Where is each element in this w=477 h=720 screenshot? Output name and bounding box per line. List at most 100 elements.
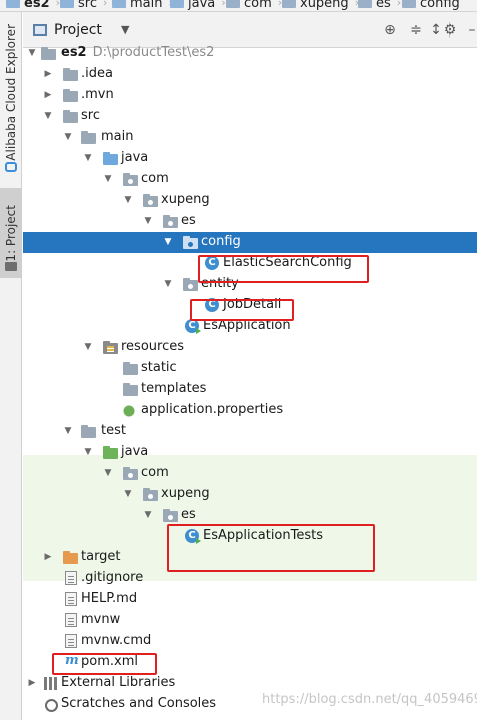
- tree-item-test[interactable]: ▼ test: [23, 421, 477, 442]
- tree-item-resources[interactable]: ▼ resources: [23, 337, 477, 358]
- text-file-icon: [65, 634, 77, 648]
- alibaba-cloud-icon: [5, 162, 17, 172]
- chevron-down-icon[interactable]: ▼: [27, 48, 37, 58]
- locate-icon[interactable]: ⊕: [381, 21, 399, 39]
- breadcrumb-item-com[interactable]: com ›: [226, 0, 286, 11]
- chevron-down-icon[interactable]: ▼: [143, 510, 153, 520]
- breadcrumb-item-es2[interactable]: es2 ›: [6, 0, 64, 11]
- tree-item-pom-xml[interactable]: m pom.xml: [23, 652, 477, 673]
- tree-item-test-com[interactable]: ▼ com: [23, 463, 477, 484]
- folder-icon: [81, 130, 96, 144]
- tree-item-mvn[interactable]: ▶ .mvn: [23, 85, 477, 106]
- test-class-icon: C: [185, 529, 201, 544]
- breadcrumb-item-main[interactable]: main›: [112, 0, 176, 11]
- tree-item-label: External Libraries: [61, 675, 176, 690]
- folder-icon: [63, 67, 78, 81]
- breadcrumb-item-xupeng[interactable]: xupeng ›: [282, 0, 363, 11]
- tree-item-es2[interactable]: ▼ es2 D:\productTest\es2: [23, 43, 477, 64]
- tree-item-label: main: [101, 129, 134, 144]
- test-source-folder-icon: [103, 445, 118, 459]
- breadcrumb-item-es[interactable]: es ›: [358, 0, 405, 11]
- left-tool-strip: Alibaba Cloud Explorer 1: Project: [0, 12, 22, 720]
- chevron-right-icon[interactable]: ▶: [43, 69, 53, 79]
- tree-item-static[interactable]: static: [23, 358, 477, 379]
- text-file-icon: [65, 571, 77, 585]
- tree-item-com[interactable]: ▼ com: [23, 169, 477, 190]
- tree-item-main[interactable]: ▼ main: [23, 127, 477, 148]
- tree-item-target[interactable]: ▶ target: [23, 547, 477, 568]
- tree-item-test-java[interactable]: ▼ java: [23, 442, 477, 463]
- chevron-down-icon[interactable]: ▼: [123, 195, 133, 205]
- chevron-down-icon[interactable]: ▼: [163, 237, 173, 247]
- tree-item-test-es[interactable]: ▼ es: [23, 505, 477, 526]
- tree-item-esapplication[interactable]: C EsApplication: [23, 316, 477, 337]
- tree-item-label: pom.xml: [81, 654, 138, 669]
- tree-item-external-libraries[interactable]: ▶ External Libraries: [23, 673, 477, 694]
- tree-item-templates[interactable]: templates: [23, 379, 477, 400]
- chevron-down-icon[interactable]: ▼: [83, 342, 93, 352]
- chevron-down-icon[interactable]: ▼: [83, 447, 93, 457]
- breadcrumb-item-config[interactable]: config: [402, 0, 460, 11]
- chevron-right-icon[interactable]: ▶: [27, 678, 37, 688]
- chevron-down-icon[interactable]: ▼: [121, 23, 129, 36]
- breadcrumb-item-java[interactable]: java ›: [170, 0, 229, 11]
- tree-item-help-md[interactable]: HELP.md: [23, 589, 477, 610]
- tree-item-gitignore[interactable]: .gitignore: [23, 568, 477, 589]
- tree-item-mvnw-cmd[interactable]: mvnw.cmd: [23, 631, 477, 652]
- chevron-down-icon[interactable]: ▼: [83, 153, 93, 163]
- chevron-down-icon[interactable]: ▼: [123, 489, 133, 499]
- tree-item-label: es: [181, 507, 196, 522]
- tree-item-label: static: [141, 360, 177, 375]
- gear-icon[interactable]: ⚙: [441, 21, 459, 39]
- tool-tab-alibaba-cloud-explorer[interactable]: Alibaba Cloud Explorer: [0, 24, 22, 161]
- folder-icon: [63, 88, 78, 102]
- tree-item-label: java: [121, 444, 149, 459]
- chevron-down-icon[interactable]: ▼: [63, 426, 73, 436]
- tree-item-config[interactable]: ▼ config: [23, 232, 477, 253]
- tree-item-entity[interactable]: ▼ entity: [23, 274, 477, 295]
- folder-icon: [63, 109, 78, 123]
- package-icon: [163, 214, 178, 228]
- package-icon: [123, 466, 138, 480]
- tree-item-esapplicationtests[interactable]: C EsApplicationTests: [23, 526, 477, 547]
- tree-item-label: application.properties: [141, 402, 284, 417]
- chevron-down-icon[interactable]: ▼: [103, 468, 113, 478]
- collapse-all-icon[interactable]: ≑: [407, 21, 425, 39]
- chevron-down-icon[interactable]: ▼: [43, 111, 53, 121]
- module-folder-icon: [41, 46, 56, 60]
- chevron-down-icon[interactable]: ▼: [63, 132, 73, 142]
- tree-item-jobdetail[interactable]: C JobDetail: [23, 295, 477, 316]
- chevron-down-icon[interactable]: ▼: [103, 174, 113, 184]
- tree-item-java[interactable]: ▼ java: [23, 148, 477, 169]
- chevron-right-icon[interactable]: ▶: [43, 90, 53, 100]
- chevron-down-icon[interactable]: ▼: [143, 216, 153, 226]
- panel-title[interactable]: Project: [54, 22, 102, 38]
- tree-item-label: .gitignore: [81, 570, 144, 585]
- tree-item-elasticsearchconfig[interactable]: C ElasticSearchConfig: [23, 253, 477, 274]
- tree-item-application-properties[interactable]: application.properties: [23, 400, 477, 421]
- tree-item-label: test: [101, 423, 126, 438]
- breadcrumb-item-src[interactable]: src ›: [60, 0, 111, 11]
- source-folder-icon: [103, 151, 118, 165]
- hide-icon[interactable]: –: [463, 21, 477, 39]
- spring-boot-class-icon: C: [185, 319, 201, 334]
- tree-item-label: config: [201, 234, 241, 249]
- tree-item-xupeng[interactable]: ▼ xupeng: [23, 190, 477, 211]
- package-icon: [143, 193, 158, 207]
- tree-item-mvnw[interactable]: mvnw: [23, 610, 477, 631]
- folder-icon: [6, 0, 20, 8]
- tree-item-label: HELP.md: [81, 591, 138, 606]
- class-icon: C: [205, 256, 219, 270]
- folder-icon: [112, 0, 126, 8]
- resources-folder-icon: [103, 340, 118, 354]
- tree-item-es[interactable]: ▼ es: [23, 211, 477, 232]
- tree-item-src[interactable]: ▼ src: [23, 106, 477, 127]
- tree-item-test-xupeng[interactable]: ▼ xupeng: [23, 484, 477, 505]
- chevron-right-icon[interactable]: ▶: [43, 552, 53, 562]
- project-view-icon: [33, 24, 47, 36]
- chevron-down-icon[interactable]: ▼: [163, 279, 173, 289]
- tree-item-label: xupeng: [161, 486, 210, 501]
- tree-item-idea[interactable]: ▶ .idea: [23, 64, 477, 85]
- properties-file-icon: [123, 403, 138, 417]
- folder-icon: [123, 382, 138, 396]
